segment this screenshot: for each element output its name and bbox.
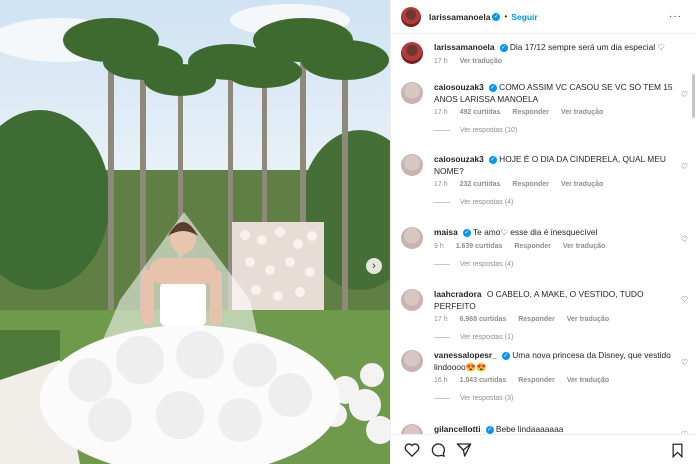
see-translation-link[interactable]: Ver tradução: [561, 181, 603, 188]
author-username[interactable]: larissamanoela: [429, 12, 490, 22]
comment-item: caiosouzak3 ✓ HOJE É O DIA DA CINDERELA, …: [401, 154, 688, 206]
post-photo: ›: [0, 0, 390, 464]
next-photo-button[interactable]: ›: [366, 258, 382, 274]
comment-icon[interactable]: [427, 442, 449, 458]
post-header: larissamanoela ✓ • Seguir ···: [391, 0, 696, 34]
verified-badge-icon: ✓: [462, 228, 471, 237]
see-translation-link[interactable]: Ver tradução: [563, 243, 605, 250]
comment-time[interactable]: 17 h: [434, 181, 448, 188]
comment-item: vanessalopesr_ ✓ Uma nova princesa da Dis…: [401, 350, 688, 402]
commenter-avatar[interactable]: [401, 289, 423, 311]
verified-badge-icon: ✓: [499, 43, 508, 52]
comment-item: caiosouzak3 ✓ COMO ASSIM VC CASOU SE VC S…: [401, 82, 688, 134]
heart-icon[interactable]: ♡: [681, 295, 688, 304]
commenter-avatar[interactable]: [401, 350, 423, 372]
comment-item: laahcradora O CABELO, A MAKE, O VESTIDO,…: [401, 289, 688, 341]
comment-text: Bebe lindaaaaaaa: [495, 424, 564, 434]
heart-icon[interactable]: ♡: [681, 162, 688, 171]
post-actions-bar: [391, 434, 696, 464]
post-sidebar: larissamanoela ✓ • Seguir ··· larissaman…: [390, 0, 696, 464]
caption-text: Dia 17/12 sempre será um dia especial ♡: [509, 42, 665, 52]
comment-time[interactable]: 17 h: [434, 109, 448, 116]
scrollbar-thumb[interactable]: [692, 74, 695, 118]
commenter-avatar[interactable]: [401, 424, 423, 434]
see-translation-link[interactable]: Ver tradução: [561, 109, 603, 116]
comment-text: Te amo♡ esse dia é inesquecível: [472, 227, 598, 237]
more-options-icon[interactable]: ···: [669, 11, 682, 22]
reply-button[interactable]: Responder: [518, 316, 555, 323]
comments-feed[interactable]: larissamanoela ✓ Dia 17/12 sempre será um…: [391, 34, 696, 434]
bookmark-icon[interactable]: [671, 443, 684, 463]
comment-time[interactable]: 17 h: [434, 316, 448, 323]
comment-username[interactable]: laahcradora: [434, 289, 481, 299]
view-replies-button[interactable]: Ver respostas (1): [434, 334, 688, 341]
commenter-avatar[interactable]: [401, 227, 423, 249]
verified-badge-icon: ✓: [492, 12, 501, 21]
reply-button[interactable]: Responder: [512, 109, 549, 116]
comment-username[interactable]: caiosouzak3: [434, 82, 484, 92]
view-replies-button[interactable]: Ver respostas (4): [434, 199, 688, 206]
comment-username[interactable]: gilancellotti: [434, 424, 481, 434]
share-icon[interactable]: [453, 442, 475, 458]
verified-badge-icon: ✓: [488, 155, 497, 164]
commenter-avatar[interactable]: [401, 154, 423, 176]
reply-button[interactable]: Responder: [512, 181, 549, 188]
separator-dot: •: [504, 12, 508, 21]
view-replies-button[interactable]: Ver respostas (3): [434, 395, 688, 402]
commenter-avatar[interactable]: [401, 82, 423, 104]
verified-badge-icon: ✓: [501, 351, 510, 360]
comment-likes[interactable]: 1.043 curtidas: [460, 377, 507, 384]
comment-item: gilancellotti✓ Bebe lindaaaaaaa ♡: [401, 424, 688, 434]
comment-username[interactable]: vanessalopesr_: [434, 350, 497, 360]
view-replies-button[interactable]: Ver respostas (10): [434, 127, 688, 134]
caption-time[interactable]: 17 h: [434, 58, 448, 65]
heart-icon[interactable]: ♡: [681, 358, 688, 367]
comment-time[interactable]: 9 h: [434, 243, 444, 250]
chevron-right-icon: ›: [372, 259, 376, 272]
caption-avatar[interactable]: [401, 42, 423, 64]
comment-likes[interactable]: 6.968 curtidas: [460, 316, 507, 323]
view-replies-button[interactable]: Ver respostas (4): [434, 261, 688, 268]
heart-icon[interactable]: ♡: [681, 235, 688, 244]
comment-username[interactable]: maisa: [434, 227, 458, 237]
see-translation-link[interactable]: Ver tradução: [567, 377, 609, 384]
comment-time[interactable]: 16 h: [434, 377, 448, 384]
comment-username[interactable]: caiosouzak3: [434, 154, 484, 164]
comment-likes[interactable]: 232 curtidas: [460, 181, 501, 188]
reply-button[interactable]: Responder: [518, 377, 555, 384]
follow-button[interactable]: Seguir: [511, 12, 537, 22]
comment-item: maisa ✓ Te amo♡ esse dia é inesquecível 9…: [401, 227, 688, 268]
heart-icon[interactable]: ♡: [681, 90, 688, 99]
caption-username[interactable]: larissamanoela: [434, 42, 495, 52]
verified-badge-icon: ✓: [488, 83, 497, 92]
verified-badge-icon: ✓: [485, 425, 494, 434]
heart-icon[interactable]: [401, 442, 423, 457]
comment-likes[interactable]: 492 curtidas: [460, 109, 501, 116]
comment-likes[interactable]: 1.639 curtidas: [456, 243, 503, 250]
reply-button[interactable]: Responder: [514, 243, 551, 250]
caption: larissamanoela ✓ Dia 17/12 sempre será um…: [401, 42, 688, 65]
see-translation-link[interactable]: Ver tradução: [460, 58, 502, 65]
wedding-scene-image: [0, 4, 390, 464]
see-translation-link[interactable]: Ver tradução: [567, 316, 609, 323]
author-avatar[interactable]: [401, 6, 421, 27]
